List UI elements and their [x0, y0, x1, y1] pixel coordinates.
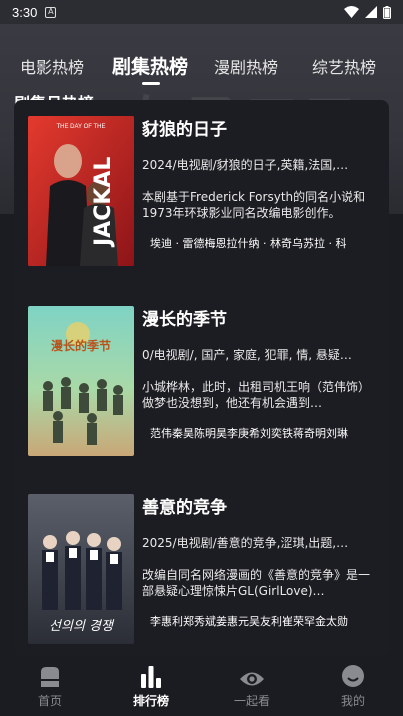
signal-icon: [365, 6, 377, 18]
nav-home[interactable]: 首页: [10, 662, 90, 709]
active-tab-indicator: [142, 82, 160, 85]
nav-profile[interactable]: 我的: [313, 662, 393, 709]
nav-watch-together[interactable]: 一起看: [212, 662, 292, 709]
item-title: 善意的竞争: [142, 498, 227, 518]
bottom-navigation: 首页 排行榜 一起看 我的: [0, 656, 403, 716]
nav-label: 一起看: [233, 694, 270, 708]
profile-icon: [342, 665, 364, 687]
item-title: 漫长的季节: [142, 310, 227, 330]
poster-title-text: JACKAL: [91, 157, 116, 248]
poster-title-text: 선의의 경쟁: [49, 619, 115, 634]
category-tabs: 电影热榜 剧集热榜 漫剧热榜 综艺热榜: [0, 54, 403, 84]
poster-title-text: 漫长的季节: [51, 338, 111, 353]
tab-series[interactable]: 剧集热榜: [112, 52, 188, 79]
eye-icon: [240, 672, 264, 686]
nav-label: 排行榜: [132, 694, 169, 708]
item-cast: 李惠利郑秀斌姜惠元吴友利崔荣罕金太勋: [150, 615, 348, 628]
list-item[interactable]: 漫长的季节 漫长的季节 0/电视剧/, 国产, 家庭, 犯罪, 情, 悬疑… 小…: [14, 306, 389, 456]
poster-image: THE DAY OF THE JACKAL: [28, 116, 134, 266]
poster-caption: THE DAY OF THE: [56, 124, 105, 130]
poster-image: 선의의 경쟁: [28, 494, 134, 644]
item-cast: 埃迪 · 雷德梅恩拉什纳 · 林奇乌苏拉 · 科: [150, 237, 347, 250]
item-title: 豺狼的日子: [142, 120, 227, 140]
wifi-icon: [344, 6, 359, 18]
tab-movie[interactable]: 电影热榜: [20, 54, 84, 78]
item-description: 小城桦林，此时，出租司机王响（范伟饰）做梦也没想到，他还有机会遇到…: [142, 380, 371, 410]
app-notification-icon: A: [45, 6, 57, 18]
item-description: 本剧基于Frederick Forsyth的同名小说和1973年环球影业同名改编…: [142, 190, 366, 220]
nav-label: 首页: [37, 694, 62, 708]
tab-variety[interactable]: 综艺热榜: [312, 54, 376, 78]
item-description: 改编自同名网络漫画的《善意的竞争》是一部悬疑心理惊悚片GL(GirlLove)…: [142, 568, 371, 598]
ranking-icon: [141, 666, 161, 688]
status-time: 3:30: [12, 4, 38, 20]
status-bar: 3:30 A: [0, 0, 403, 24]
item-cast: 范伟秦昊陈明昊李庚希刘奕铁蒋奇明刘琳: [150, 427, 348, 440]
item-meta: 2025/电视剧/善意的竞争,涩琪,出题,…: [142, 536, 349, 550]
ranking-list: THE DAY OF THE JACKAL 豺狼的日子 2024/电视剧/豺狼的…: [14, 100, 389, 656]
nav-ranking[interactable]: 排行榜: [111, 662, 191, 709]
home-icon: [41, 667, 59, 687]
battery-icon: [383, 5, 391, 19]
item-meta: 0/电视剧/, 国产, 家庭, 犯罪, 情, 悬疑…: [142, 348, 352, 362]
list-item[interactable]: THE DAY OF THE JACKAL 豺狼的日子 2024/电视剧/豺狼的…: [14, 116, 389, 266]
list-item[interactable]: 선의의 경쟁 善意的竞争 2025/电视剧/善意的竞争,涩琪,出题,… 改编自同…: [14, 494, 389, 644]
item-meta: 2024/电视剧/豺狼的日子,英籍,法国,…: [142, 158, 349, 172]
poster-image: 漫长的季节: [28, 306, 134, 456]
nav-label: 我的: [340, 694, 365, 708]
tab-anime[interactable]: 漫剧热榜: [214, 54, 278, 78]
